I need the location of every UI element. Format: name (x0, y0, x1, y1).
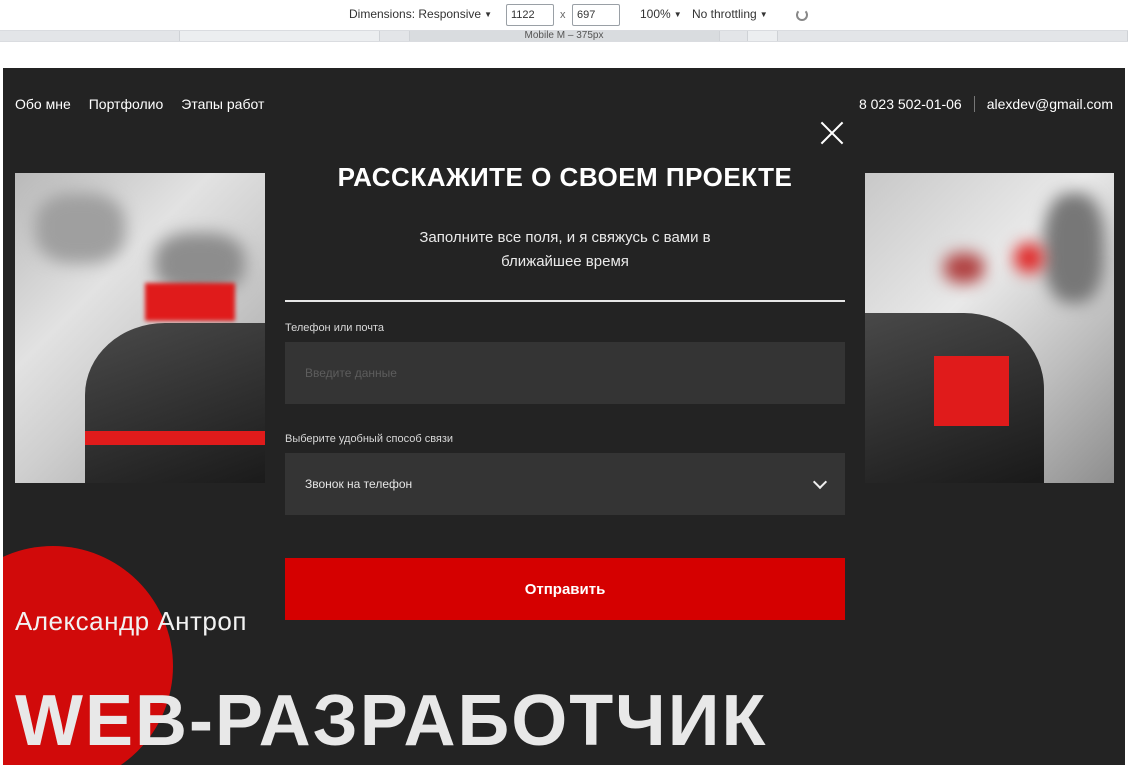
contact-field-input[interactable] (285, 342, 845, 404)
submit-button[interactable]: Отправить (285, 558, 845, 620)
zoom-label: 100% (640, 7, 671, 21)
contact-field-label: Телефон или почта (285, 322, 385, 334)
device-preset-label: Mobile M – 375px (524, 30, 604, 41)
hero-photo-left (15, 173, 265, 483)
hero-photo-right (864, 173, 1114, 483)
rotate-icon[interactable] (796, 9, 808, 21)
main-nav: Обо мне Портфолио Этапы работ (15, 96, 264, 112)
dimensions-label: Dimensions: Responsive (349, 7, 482, 21)
modal-subtitle: Заполните все поля, и я свяжусь с вами в… (419, 229, 711, 270)
caret-down-icon: ▼ (484, 9, 492, 19)
dimensions-dropdown[interactable]: Dimensions: Responsive ▼ (349, 7, 492, 21)
viewport-height-input[interactable] (572, 4, 620, 26)
email-link[interactable]: alexdev@gmail.com (987, 96, 1113, 112)
contact-method-value: Звонок на телефон (305, 477, 413, 491)
nav-item-portfolio[interactable]: Портфолио (89, 96, 164, 112)
nav-item-about[interactable]: Обо мне (15, 96, 71, 112)
caret-down-icon: ▼ (759, 9, 768, 19)
header-contacts: 8 023 502-01-06 alexdev@gmail.com (859, 96, 1113, 112)
viewport-width-input[interactable] (506, 4, 554, 26)
method-field-label: Выберите удобный способ связи (285, 433, 454, 445)
close-icon[interactable] (819, 120, 845, 146)
dimension-separator: x (560, 9, 566, 21)
site-viewport: Обо мне Портфолио Этапы работ 8 023 502-… (3, 68, 1125, 765)
throttling-label: No throttling (692, 7, 757, 21)
phone-link[interactable]: 8 023 502-01-06 (859, 96, 962, 112)
zoom-dropdown[interactable]: 100% ▼ (640, 7, 682, 21)
nav-item-stages[interactable]: Этапы работ (181, 96, 264, 112)
contact-modal: РАССКАЖИТЕ О СВОЕМ ПРОЕКТЕ Заполните все… (265, 110, 865, 670)
hero-name: Александр Антроп (15, 606, 247, 636)
modal-divider (285, 300, 845, 302)
throttling-dropdown[interactable]: No throttling ▼ (692, 7, 768, 21)
chevron-down-icon (812, 474, 828, 489)
devtools-device-toolbar: Dimensions: Responsive ▼ x 100% ▼ No thr… (0, 0, 1128, 46)
hero-title: WEB-РАЗРАБОТЧИК (15, 681, 768, 761)
caret-down-icon: ▼ (673, 9, 682, 19)
contact-divider (973, 96, 975, 112)
contact-method-select[interactable]: Звонок на телефон (285, 453, 845, 515)
modal-title: РАССКАЖИТЕ О СВОЕМ ПРОЕКТЕ (337, 162, 793, 192)
